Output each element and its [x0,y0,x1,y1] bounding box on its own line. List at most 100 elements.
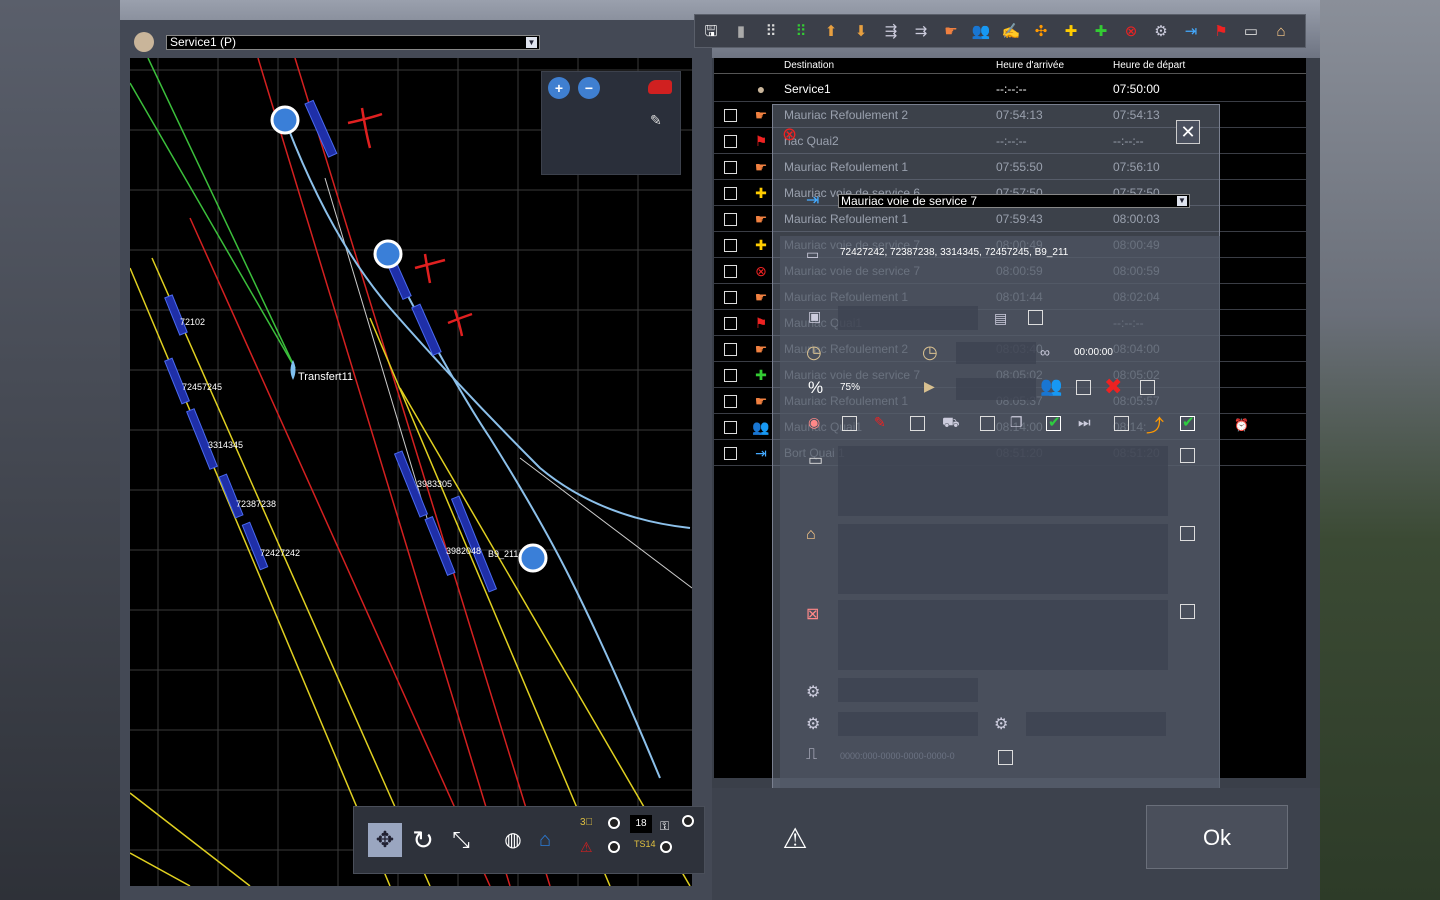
train-label: 3982048 [446,546,482,556]
speed-field[interactable] [956,378,1036,400]
derail-radio[interactable] [608,841,620,853]
text-area[interactable] [838,446,1168,516]
add-green-icon[interactable]: ✚ [1091,22,1111,42]
lock-radio[interactable] [682,815,694,827]
remove-loco-icon[interactable]: ⊗ [1121,22,1141,42]
row-checkbox[interactable] [724,369,737,382]
row-checkbox[interactable] [724,395,737,408]
wagon-checkbox[interactable] [1180,448,1195,463]
chevron-down-icon[interactable]: ▼ [1177,196,1187,206]
move-up-icon[interactable]: ⬆ [821,22,841,42]
field-input[interactable] [838,306,978,330]
brake-icon: ✎ [874,414,886,430]
train-label: 3314345 [208,440,244,450]
track-grey-2 [519,457,692,589]
document-checkbox[interactable] [1028,310,1043,325]
row-checkbox[interactable] [724,161,737,174]
hand-icon[interactable]: ☛ [941,22,961,42]
row-checkbox[interactable] [724,135,737,148]
background-right [1320,0,1440,900]
warning-icon[interactable]: ⚠ [778,822,812,854]
track-yellow-5 [130,792,251,886]
cancel-icon: ✖ [1104,374,1123,399]
resize-icon[interactable]: ⤡ [444,823,478,857]
header-departure[interactable]: Heure de départ [1113,60,1185,71]
signal-radio[interactable] [608,817,620,829]
guid-checkbox[interactable] [998,750,1013,765]
rotate-icon[interactable]: ↻ [406,823,440,857]
row-checkbox[interactable] [724,239,737,252]
header-arrival[interactable]: Heure d'arrivée [996,60,1064,71]
driver-icon[interactable] [134,32,154,52]
sign-icon[interactable]: ✍ [1001,22,1021,42]
brake-checkbox[interactable] [910,416,925,431]
move-down-icon[interactable]: ⬇ [851,22,871,42]
header-destination[interactable]: Destination [784,60,834,71]
edit-icon[interactable]: ✎ [650,112,670,130]
enter-icon[interactable]: ⇥ [1181,22,1201,42]
people-checkbox[interactable] [1076,380,1091,395]
driver-setting-icon: ▣ [808,308,822,324]
row-checkbox[interactable] [724,447,737,460]
option-radio[interactable] [660,841,672,853]
service-select-value: Service1 (P) [170,35,237,49]
alarm-clock-icon: ⏰ [1234,418,1249,432]
chevron-down-icon[interactable]: ▼ [526,37,537,48]
row-checkbox[interactable] [724,187,737,200]
turn-checkbox[interactable] [1180,413,1195,431]
split-icon[interactable]: ⇶ [881,22,901,42]
grid-green-icon[interactable]: ⠿ [791,22,811,42]
map-canvas[interactable]: 72102 72457245 3314345 72387238 72427242… [130,58,692,886]
destination-select[interactable]: Mauriac voie de service 7 ▼ [838,194,1190,208]
zoom-in-icon[interactable]: + [548,77,570,99]
ok-button[interactable]: Ok [1146,805,1288,869]
no-wagon-checkbox[interactable] [1180,604,1195,619]
derail-icon[interactable]: ⚠ [580,839,602,855]
grid-dots-icon[interactable]: ⠿ [761,22,781,42]
swap-icon[interactable]: ✣ [1031,22,1051,42]
text-area[interactable] [838,600,1168,670]
turn-icon: ⤴ [1146,416,1164,436]
home-icon[interactable]: ⌂ [528,823,562,857]
service-select[interactable]: Service1 (P) ▼ [166,35,540,50]
signal-icon[interactable]: 3⃝ [580,817,600,833]
wagon-icon[interactable]: ▭ [1241,22,1261,42]
param-field[interactable] [838,678,978,702]
close-icon[interactable]: ✕ [1176,120,1200,144]
track-map[interactable] [130,58,692,886]
lock-icon[interactable]: ⚿ [660,819,669,834]
red-loco-icon[interactable] [648,80,672,94]
merge-icon[interactable]: ⇉ [911,22,931,42]
guid-field[interactable]: 0000:000-0000-0000-0000-0 [840,751,955,761]
text-area[interactable] [838,524,1168,594]
row-checkbox[interactable] [724,291,737,304]
flag-icon[interactable]: ⚑ [1211,22,1231,42]
add-orange-icon[interactable]: ✚ [1061,22,1081,42]
cancel-checkbox[interactable] [1140,380,1155,395]
alarm-checkbox[interactable] [842,416,857,431]
flag-icon: ⚑ [754,133,768,149]
row-checkbox[interactable] [724,421,737,434]
save-icon[interactable]: 🖫 [701,22,721,42]
row-checkbox[interactable] [724,343,737,356]
row-checkbox[interactable] [724,109,737,122]
settings-icon[interactable]: ⚙ [1151,22,1171,42]
people-icon[interactable]: 👥 [971,22,991,42]
row-checkbox[interactable] [724,317,737,330]
skip-checkbox[interactable] [1114,416,1129,431]
param-field[interactable] [1026,712,1166,736]
platform-checkbox[interactable] [1180,526,1195,541]
wagon [241,521,269,571]
loco-checkbox[interactable] [980,416,995,431]
copy-checkbox[interactable] [1046,413,1061,431]
fit-view-icon[interactable]: ✥ [368,823,402,857]
row-checkbox[interactable] [724,213,737,226]
param-field[interactable] [838,712,978,736]
row-checkbox[interactable] [724,265,737,278]
trash-icon[interactable]: ▮ [731,22,751,42]
time-field[interactable] [956,342,1036,364]
zoom-out-icon[interactable]: − [578,77,600,99]
platform-icon[interactable]: ⌂ [1271,22,1291,42]
service-row[interactable]: ● Service1 --:--:-- 07:50:00 [714,76,1306,102]
globe-icon[interactable]: ◍ [496,823,530,857]
